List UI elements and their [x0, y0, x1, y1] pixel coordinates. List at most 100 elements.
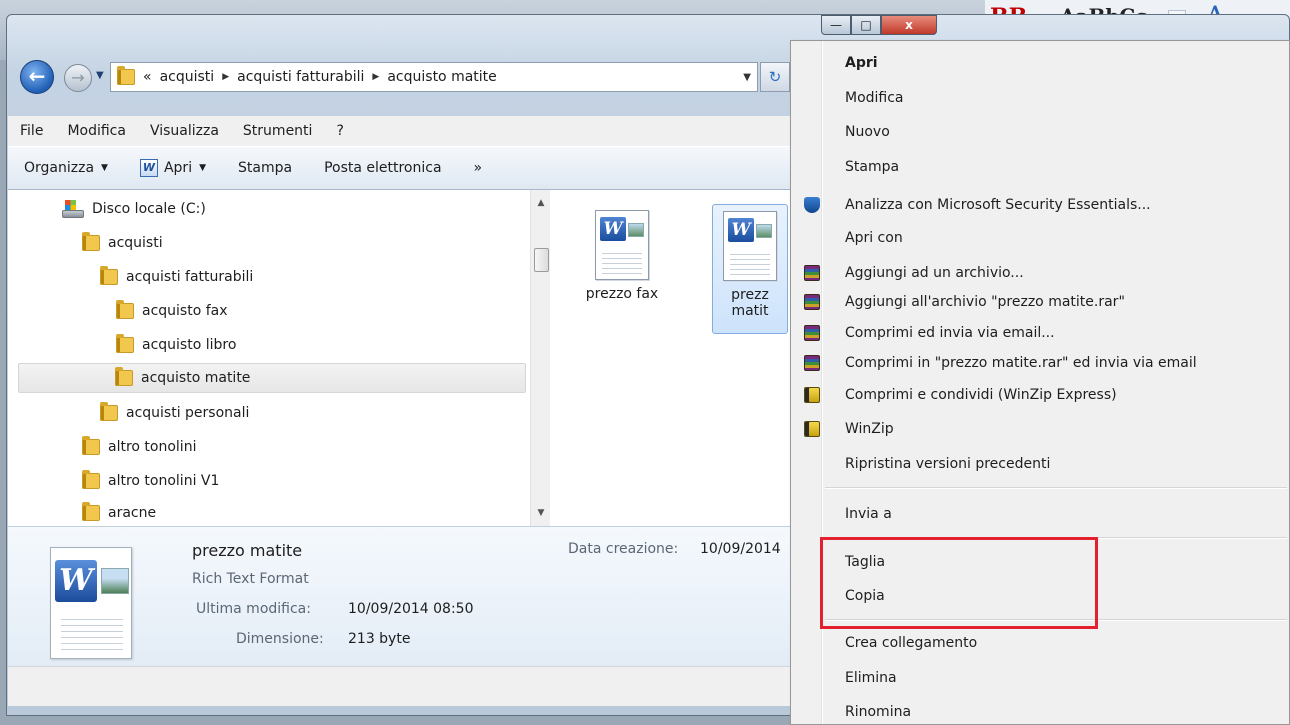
menu-item-comprimi-invia-email[interactable]: Comprimi ed invia via email... — [793, 316, 1289, 350]
window-controls: — □ x — [821, 15, 937, 37]
menu-file[interactable]: File — [8, 123, 55, 139]
menu-item-aggiungi-rar[interactable]: Aggiungi all'archivio "prezzo matite.rar… — [793, 285, 1289, 319]
folder-icon — [116, 334, 134, 353]
menu-item-apri[interactable]: Apri — [793, 46, 1289, 80]
rtf-document-icon: W — [595, 210, 649, 280]
back-arrow-icon[interactable]: ← — [20, 60, 54, 94]
file-item-prezzo-matite[interactable]: W prezz matit — [712, 204, 788, 334]
apri-button[interactable]: W Apri ▼ — [124, 159, 222, 177]
maximize-button[interactable]: □ — [851, 15, 881, 35]
tree-item-label: acquisto fax — [142, 303, 228, 319]
menu-strumenti[interactable]: Strumenti — [231, 123, 325, 139]
tree-item-acquisti-personali[interactable]: acquisti personali — [100, 398, 249, 428]
minimize-button[interactable]: — — [821, 15, 851, 35]
menu-item-elimina[interactable]: Elimina — [793, 661, 1289, 695]
menu-item-apri-con[interactable]: Apri con — [793, 221, 1289, 255]
details-size-value: 213 byte — [348, 631, 411, 647]
menu-item-stampa[interactable]: Stampa — [793, 150, 1289, 184]
chevron-down-icon: ▼ — [199, 163, 206, 173]
breadcrumb-separator-icon[interactable]: ▶ — [372, 72, 379, 82]
menu-item-winzip[interactable]: WinZip — [793, 412, 1289, 446]
details-file-type: Rich Text Format — [192, 571, 309, 587]
menu-item-label: WinZip — [845, 421, 894, 437]
breadcrumb-acquisti-fatturabili[interactable]: acquisti fatturabili — [237, 69, 364, 85]
rtf-document-icon: W — [723, 211, 777, 281]
scrollbar-thumb[interactable] — [534, 248, 549, 272]
winrar-icon — [804, 355, 820, 371]
menu-item-comprimi-rar-email[interactable]: Comprimi in "prezzo matite.rar" ed invia… — [793, 346, 1289, 380]
folder-icon — [82, 470, 100, 489]
details-file-name: prezzo matite — [192, 541, 303, 560]
close-button[interactable]: x — [881, 15, 937, 35]
chevron-down-icon: ▼ — [101, 163, 108, 173]
menu-item-label: Stampa — [845, 159, 900, 175]
breadcrumb-overflow[interactable]: « — [143, 69, 152, 85]
menu-separator — [825, 487, 1287, 489]
stampa-button[interactable]: Stampa — [222, 160, 308, 176]
breadcrumb-acquisti[interactable]: acquisti — [160, 69, 215, 85]
organizza-button[interactable]: Organizza ▼ — [8, 160, 124, 176]
tree-item-label: acquisti personali — [126, 405, 250, 421]
scroll-down-icon[interactable]: ▼ — [531, 508, 551, 518]
navigation-pane: Disco locale (C:) acquisti acquisti fatt… — [8, 190, 530, 526]
menu-item-label: Ripristina versioni precedenti — [845, 456, 1051, 472]
menu-item-label: Aggiungi ad un archivio... — [845, 265, 1024, 281]
menu-help[interactable]: ? — [324, 123, 355, 139]
details-created-label: Data creazione: — [568, 541, 679, 557]
details-size-label: Dimensione: — [236, 631, 324, 647]
breadcrumb-separator-icon[interactable]: ▶ — [222, 72, 229, 82]
menu-item-nuovo[interactable]: Nuovo — [793, 115, 1289, 149]
folder-icon — [117, 66, 135, 85]
menu-modifica[interactable]: Modifica — [55, 123, 138, 139]
tree-item-disco-locale[interactable]: Disco locale (C:) — [62, 194, 206, 224]
recent-pages-dropdown-icon[interactable]: ▼ — [96, 70, 104, 81]
posta-elettronica-button[interactable]: Posta elettronica — [308, 160, 457, 176]
tree-item-label: Disco locale (C:) — [92, 201, 206, 217]
organizza-label: Organizza — [24, 160, 95, 176]
scroll-up-icon[interactable]: ▲ — [531, 198, 551, 208]
navigation-scrollbar[interactable]: ▲ ▼ — [530, 190, 550, 526]
menu-item-modifica[interactable]: Modifica — [793, 81, 1289, 115]
address-bar[interactable]: « acquisti ▶ acquisti fatturabili ▶ acqu… — [110, 62, 758, 92]
tree-item-aracne[interactable]: aracne — [82, 498, 156, 526]
refresh-icon[interactable]: ↻ — [760, 62, 790, 92]
forward-arrow-icon[interactable]: → — [64, 64, 92, 92]
menu-item-ripristina-versioni[interactable]: Ripristina versioni precedenti — [793, 447, 1289, 481]
file-name-line2: matit — [731, 303, 769, 319]
tree-item-label: acquisti fatturabili — [126, 269, 254, 285]
menu-item-label: Comprimi in "prezzo matite.rar" ed invia… — [845, 355, 1197, 371]
winzip-icon — [804, 387, 820, 403]
tree-item-label: altro tonolini — [108, 439, 197, 455]
file-item-prezzo-fax[interactable]: W prezzo fax — [584, 204, 660, 334]
tree-item-acquisti-fatturabili[interactable]: acquisti fatturabili — [100, 262, 253, 292]
apri-label: Apri — [163, 160, 193, 176]
menu-item-rinomina[interactable]: Rinomina — [793, 695, 1289, 725]
menu-item-label: Elimina — [845, 670, 897, 686]
tree-item-altro-tonolini-v1[interactable]: altro tonolini V1 — [82, 466, 219, 496]
folder-icon — [82, 502, 100, 521]
menu-visualizza[interactable]: Visualizza — [138, 123, 231, 139]
menu-item-winzip-express[interactable]: Comprimi e condividi (WinZip Express) — [793, 378, 1289, 412]
tree-item-acquisti[interactable]: acquisti — [82, 228, 163, 258]
winrar-icon — [804, 325, 820, 341]
word-icon: W — [139, 159, 158, 177]
breadcrumb-acquisto-matite[interactable]: acquisto matite — [387, 69, 496, 85]
winzip-icon — [804, 421, 820, 437]
highlight-box — [820, 537, 1098, 629]
tree-item-acquisto-matite[interactable]: acquisto matite — [18, 363, 526, 393]
tree-item-acquisto-fax[interactable]: acquisto fax — [116, 296, 228, 326]
menu-item-label: Modifica — [845, 90, 904, 106]
menu-item-label: Nuovo — [845, 124, 890, 140]
tree-item-label: acquisto libro — [142, 337, 237, 353]
menu-item-label: Crea collegamento — [845, 635, 978, 651]
menu-item-analizza-security-essentials[interactable]: Analizza con Microsoft Security Essentia… — [793, 188, 1289, 222]
more-commands-button[interactable]: » — [458, 160, 499, 176]
tree-item-acquisto-libro[interactable]: acquisto libro — [116, 330, 236, 360]
menu-item-invia-a[interactable]: Invia a — [793, 497, 1289, 531]
menu-item-label: Comprimi ed invia via email... — [845, 325, 1055, 341]
address-dropdown-icon[interactable]: ▼ — [743, 72, 751, 83]
folder-icon — [100, 402, 118, 421]
tree-item-altro-tonolini[interactable]: altro tonolini — [82, 432, 196, 462]
menu-item-label: Comprimi e condividi (WinZip Express) — [845, 387, 1117, 403]
menu-item-crea-collegamento[interactable]: Crea collegamento — [793, 626, 1289, 660]
